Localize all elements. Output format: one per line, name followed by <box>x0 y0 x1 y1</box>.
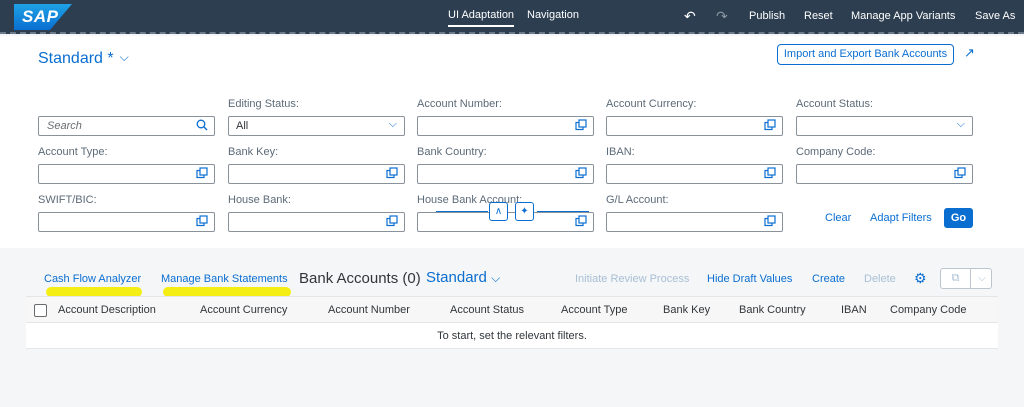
sap-logo[interactable]: SAP <box>14 4 72 30</box>
shell-bar: SAP UI Adaptation Navigation ↶ ↷ Publish… <box>0 0 1024 34</box>
select-all-checkbox[interactable] <box>34 304 47 317</box>
save-as-button[interactable]: Save As <box>975 10 1015 22</box>
clear-button[interactable]: Clear <box>825 212 851 224</box>
gear-icon[interactable]: ⚙ <box>914 270 927 287</box>
delete-button[interactable]: Delete <box>864 273 896 285</box>
account-status-label: Account Status: <box>796 98 874 110</box>
value-help-icon[interactable] <box>196 167 208 179</box>
divider <box>436 211 488 212</box>
manage-app-variants-button[interactable]: Manage App Variants <box>851 10 955 22</box>
editing-status-value: All <box>236 120 249 132</box>
export-icon[interactable]: ⧉ <box>941 269 971 288</box>
account-status-select[interactable]: ⌵ <box>796 116 973 136</box>
search-placeholder: Search <box>47 120 82 132</box>
value-help-icon[interactable] <box>764 215 776 227</box>
column-header[interactable]: Account Number <box>328 304 410 316</box>
table-variant-name: Standard <box>426 269 487 286</box>
hide-draft-values-button[interactable]: Hide Draft Values <box>707 273 792 285</box>
editing-status-label: Editing Status: <box>228 98 299 110</box>
bank-key-field[interactable] <box>228 164 405 184</box>
empty-table-message: To start, set the relevant filters. <box>437 330 587 342</box>
gl-account-label: G/L Account: <box>606 194 669 206</box>
collapse-header-button[interactable]: ∧ <box>489 202 508 221</box>
column-header[interactable]: Account Status <box>450 304 524 316</box>
column-header[interactable]: Account Description <box>58 304 156 316</box>
company-code-field[interactable] <box>796 164 973 184</box>
company-code-label: Company Code: <box>796 146 876 158</box>
bank-country-label: Bank Country: <box>417 146 487 158</box>
value-help-icon[interactable] <box>386 215 398 227</box>
chevron-down-icon: ⌵ <box>119 50 129 64</box>
export-menu-button[interactable]: ⧉ ⌵ <box>940 268 992 289</box>
column-header[interactable]: Account Currency <box>200 304 287 316</box>
table-header: Account Description Account Currency Acc… <box>26 296 998 323</box>
search-input[interactable]: Search <box>38 116 215 136</box>
value-help-icon[interactable] <box>575 215 587 227</box>
column-header[interactable]: Bank Key <box>663 304 710 316</box>
value-help-icon[interactable] <box>196 215 208 227</box>
account-number-field[interactable] <box>417 116 594 136</box>
tab-ui-adaptation[interactable]: UI Adaptation <box>448 9 515 27</box>
chevron-down-icon[interactable]: ⌵ <box>972 269 992 288</box>
bank-key-label: Bank Key: <box>228 146 279 158</box>
publish-button[interactable]: Publish <box>749 10 785 22</box>
undo-icon[interactable]: ↶ <box>684 8 696 25</box>
value-help-icon[interactable] <box>575 119 587 131</box>
house-bank-label: House Bank: <box>228 194 291 206</box>
reset-button[interactable]: Reset <box>804 10 833 22</box>
create-button[interactable]: Create <box>812 273 845 285</box>
account-type-field[interactable] <box>38 164 215 184</box>
house-bank-field[interactable] <box>228 212 405 232</box>
table-title: Bank Accounts (0) <box>299 270 421 287</box>
account-number-label: Account Number: <box>417 98 502 110</box>
adapt-filters-button[interactable]: Adapt Filters <box>870 212 932 224</box>
editing-status-select[interactable]: All ⌵ <box>228 116 405 136</box>
value-help-icon[interactable] <box>386 167 398 179</box>
value-help-icon[interactable] <box>764 167 776 179</box>
table-body: To start, set the relevant filters. <box>26 323 998 349</box>
pin-header-button[interactable]: ✦ <box>515 202 534 221</box>
account-type-label: Account Type: <box>38 146 108 158</box>
initiate-review-button[interactable]: Initiate Review Process <box>575 273 689 285</box>
variant-name: Standard * <box>38 50 114 67</box>
swift-bic-field[interactable] <box>38 212 215 232</box>
import-export-button[interactable]: Import and Export Bank Accounts <box>777 44 954 65</box>
account-currency-label: Account Currency: <box>606 98 697 110</box>
column-header[interactable]: IBAN <box>841 304 867 316</box>
iban-field[interactable] <box>606 164 783 184</box>
share-icon[interactable]: ↗ <box>964 45 975 61</box>
divider <box>537 211 589 212</box>
iban-label: IBAN: <box>606 146 635 158</box>
cash-flow-analyzer-link[interactable]: Cash Flow Analyzer <box>44 273 141 285</box>
column-header[interactable]: Bank Country <box>739 304 806 316</box>
value-help-icon[interactable] <box>575 167 587 179</box>
variant-selector[interactable]: Standard * ⌵ <box>38 50 129 68</box>
search-icon[interactable] <box>196 119 208 131</box>
column-header[interactable]: Account Type <box>561 304 627 316</box>
chevron-down-icon: ⌵ <box>491 271 501 285</box>
value-help-icon[interactable] <box>954 167 966 179</box>
tab-navigation[interactable]: Navigation <box>527 9 579 21</box>
redo-icon[interactable]: ↷ <box>716 8 728 25</box>
gl-account-field[interactable] <box>606 212 783 232</box>
bank-country-field[interactable] <box>417 164 594 184</box>
table-variant-selector[interactable]: Standard ⌵ <box>426 269 500 286</box>
chevron-down-icon: ⌵ <box>388 118 397 130</box>
account-currency-field[interactable] <box>606 116 783 136</box>
value-help-icon[interactable] <box>764 119 776 131</box>
go-button[interactable]: Go <box>944 208 973 228</box>
chevron-down-icon: ⌵ <box>956 118 965 130</box>
column-header[interactable]: Company Code <box>890 304 966 316</box>
swift-bic-label: SWIFT/BIC: <box>38 194 97 206</box>
manage-bank-statements-link[interactable]: Manage Bank Statements <box>161 273 288 285</box>
